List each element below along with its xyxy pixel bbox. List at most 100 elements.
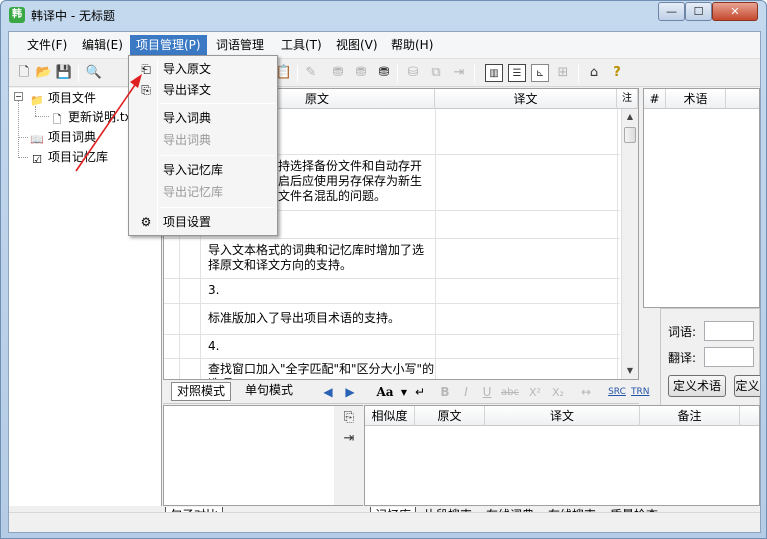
italic-button[interactable]: I [458,384,474,401]
sentence-tools: ⎘ ⇥ [334,406,363,505]
menu-separator [159,155,275,156]
compare-mode-tab[interactable]: 对照模式 [171,382,232,401]
width-icon[interactable]: ↔ [577,384,595,401]
tree-item-project-dict[interactable]: 📖 项目词典 [29,128,96,146]
font-button[interactable]: Aa [371,384,399,401]
puzzle-icon[interactable]: ⧉ [427,64,445,82]
next-arrow-icon[interactable]: ▶ [343,384,357,401]
menu-item-label: 导出译文 [163,83,212,97]
term-header-term[interactable]: 术语 [666,89,726,109]
prev-arrow-icon[interactable]: ◀ [321,384,335,401]
single-mode-tab[interactable]: 单句模式 [240,382,298,401]
underline-button[interactable]: U [479,384,495,401]
grid-row[interactable]: 导入文本格式的词典和记忆库时增加了选择原文和译文方向的支持。 [164,239,620,279]
layout-grid-icon[interactable]: ⊞ [554,64,572,82]
translation-label: 翻译: [668,351,697,365]
grid-row[interactable]: 标准版加入了导出项目术语的支持。 [164,304,620,335]
home-icon[interactable]: ⌂ [585,64,603,82]
tree-line [18,157,28,158]
src-button[interactable]: SRC [607,384,627,401]
menu-file[interactable]: 文件(F) [21,35,73,56]
memory-header-source[interactable]: 原文 [415,406,485,426]
strike-button[interactable]: abc [499,384,521,401]
toolbar-separator [78,65,79,82]
menu-project[interactable]: 项目管理(P) [130,35,207,56]
edit-icon[interactable]: ✎ [302,64,320,82]
translation-input[interactable] [704,347,754,367]
insert-icon[interactable]: ⇥ [340,430,358,448]
word-label: 词语: [668,325,697,339]
tree-expand-toggle[interactable]: − [14,92,23,101]
menu-item-label: 导入词典 [163,111,212,125]
menu-tools[interactable]: 工具(T) [275,35,328,56]
menu-item-import-source[interactable]: ⎗ 导入原文 [131,58,275,80]
grid-scrollbar[interactable]: ▲ ▼ [621,109,638,379]
grid-cell-source[interactable]: 3. [204,279,434,302]
memory-pane: 相似度 原文 译文 备注 [364,405,760,506]
new-file-icon[interactable]: 🗋 [15,64,33,82]
help-icon[interactable]: ? [608,64,626,82]
word-input[interactable] [704,321,754,341]
export-icon[interactable]: ⇥ [450,64,468,82]
layout-tree-icon[interactable]: ⊾ [531,64,549,82]
toolbar-separator [578,65,579,82]
maximize-button[interactable]: ☐ [685,2,712,21]
tree-item-project-files[interactable]: 📁 项目文件 [29,89,96,107]
save-icon[interactable]: 💾 [55,64,73,82]
subscript-button[interactable]: X₂ [548,384,568,401]
scroll-down-icon[interactable]: ▼ [622,363,638,379]
memory-header-translation[interactable]: 译文 [485,406,640,426]
tree-item-project-memory[interactable]: ☑ 项目记忆库 [29,148,108,166]
menu-help[interactable]: 帮助(H) [385,35,439,56]
trn-button[interactable]: TRN [631,384,649,401]
menu-item-export-memory[interactable]: 导出记忆库 [131,181,275,203]
minimize-button[interactable]: — [658,2,685,21]
menu-item-export-translation[interactable]: ⎘ 导出译文 [131,79,275,101]
bold-button[interactable]: B [437,384,453,401]
memory-header-notes[interactable]: 备注 [640,406,740,426]
db-add-icon[interactable]: ⛃ [352,64,370,82]
menu-edit[interactable]: 编辑(E) [76,35,129,56]
define-term-button[interactable]: 定义术语 [668,375,726,397]
menu-item-import-memory[interactable]: 导入记忆库 [131,159,275,181]
tree-label: 项目词典 [48,130,97,144]
cylinder-icon[interactable]: ⛁ [404,64,422,82]
db-save-icon[interactable]: ⛃ [375,64,393,82]
grid-header-translation[interactable]: 译文 [435,89,617,109]
project-menu-dropdown: ⎗ 导入原文 ⎘ 导出译文 导入词典 导出词典 导入记忆库 导出记忆库 ⚙ 项目设置 [128,55,278,236]
menu-item-export-dict[interactable]: 导出词典 [131,129,275,151]
superscript-button[interactable]: X² [525,384,545,401]
tree-label: 更新说明.txt [68,110,137,124]
layout-horizontal-icon[interactable]: ☰ [508,64,526,82]
grid-header-status[interactable]: 注 [617,89,638,109]
define-button[interactable]: 定义 [734,375,760,397]
menu-item-project-settings[interactable]: ⚙ 项目设置 [131,211,275,233]
scroll-up-icon[interactable]: ▲ [622,109,638,125]
grid-row[interactable]: 4. [164,335,620,359]
grid-cell-source[interactable]: 4. [204,335,434,358]
menu-terms[interactable]: 词语管理 [210,35,270,56]
find-icon[interactable]: 🔍 [85,64,103,82]
grid-cell-source[interactable]: 导入文本格式的词典和记忆库时增加了选择原文和译文方向的支持。 [204,239,434,277]
grid-row[interactable]: 查找窗口加入"全字匹配"和"区分大小写"的选项。 [164,359,620,379]
tree-item-file[interactable]: 🗋 更新说明.txt [49,108,137,126]
menu-view[interactable]: 视图(V) [330,35,384,56]
grid-cell-source[interactable]: 查找窗口加入"全字匹配"和"区分大小写"的选项。 [204,359,439,379]
memory-header-similarity[interactable]: 相似度 [365,406,415,426]
term-list-header: # 术语 [644,89,759,109]
memory-header: 相似度 原文 译文 备注 [365,406,759,426]
menu-item-import-dict[interactable]: 导入词典 [131,107,275,129]
scroll-thumb[interactable] [624,127,636,143]
window-title: 韩译中 - 无标题 [31,9,115,23]
grid-row[interactable]: 3. [164,279,620,304]
term-header-num[interactable]: # [644,89,666,109]
grid-cell-source[interactable]: 标准版加入了导出项目术语的支持。 [204,307,434,330]
layout-vertical-icon[interactable]: ▥ [485,64,503,82]
db-icon[interactable]: ⛃ [329,64,347,82]
font-dropdown-icon[interactable]: ▼ [399,384,409,401]
copy-source-icon[interactable]: ⎘ [340,409,358,427]
open-folder-icon[interactable]: 📂 [35,64,53,82]
close-button[interactable]: ✕ [712,2,758,21]
menu-separator [159,207,275,208]
enter-icon[interactable]: ↵ [413,384,427,401]
